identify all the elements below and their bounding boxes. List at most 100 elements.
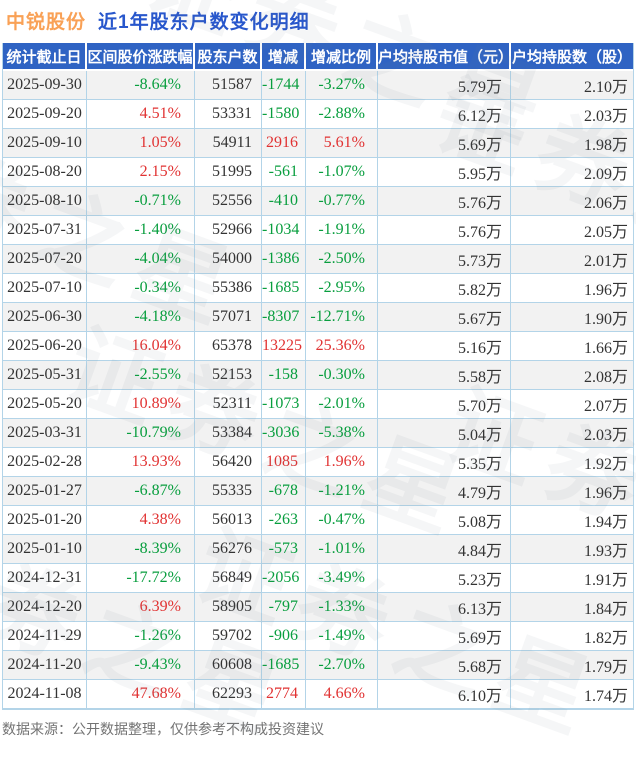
cell-avg-shares: 1.74万 [511,680,633,709]
cell-delta-pct: -2.70% [306,651,378,680]
cell-price-change: -8.64% [87,71,195,100]
cell-price-change: -17.72% [87,564,195,593]
cell-holders: 55335 [195,477,262,506]
cell-price-change: -1.26% [87,622,195,651]
cell-holders: 53331 [195,100,262,129]
table-header-row: 统计截止日 区间股价涨跌幅 股东户数 增减 增减比例 户均持股市值（元） 户均持… [3,43,633,71]
cell-holders: 54000 [195,245,262,274]
cell-holders: 56276 [195,535,262,564]
cell-price-change: 4.51% [87,100,195,129]
cell-delta-pct: -2.01% [306,390,378,419]
table-row: 2024-11-20 -9.43% 60608 -1685 -2.70% 5.6… [3,651,633,680]
cell-price-change: -0.71% [87,187,195,216]
cell-date: 2025-05-20 [3,390,87,419]
cell-date: 2025-09-30 [3,71,87,100]
column-header-price-change: 区间股价涨跌幅 [87,43,195,71]
cell-avg-shares: 1.79万 [511,651,633,680]
cell-avg-value: 5.82万 [378,274,511,303]
table-row: 2025-05-31 -2.55% 52153 -158 -0.30% 5.58… [3,361,633,390]
cell-avg-shares: 2.01万 [511,245,633,274]
cell-price-change: 47.68% [87,680,195,709]
cell-avg-shares: 1.98万 [511,129,633,158]
cell-delta: -3036 [262,419,306,448]
column-header-delta: 增减 [262,43,306,71]
cell-avg-value: 6.12万 [378,100,511,129]
cell-avg-shares: 2.03万 [511,419,633,448]
cell-avg-value: 5.67万 [378,303,511,332]
table-row: 2024-12-31 -17.72% 56849 -2056 -3.49% 5.… [3,564,633,593]
cell-date: 2025-08-10 [3,187,87,216]
cell-avg-value: 6.10万 [378,680,511,709]
cell-avg-value: 5.68万 [378,651,511,680]
shareholder-table: 统计截止日 区间股价涨跌幅 股东户数 增减 增减比例 户均持股市值（元） 户均持… [3,43,633,709]
cell-date: 2024-11-08 [3,680,87,709]
cell-price-change: -1.40% [87,216,195,245]
cell-avg-value: 5.69万 [378,129,511,158]
cell-delta: -1744 [262,71,306,100]
cell-delta-pct: -0.77% [306,187,378,216]
cell-delta: -8307 [262,303,306,332]
stock-name: 中锐股份 [6,12,87,33]
table-row: 2025-06-30 -4.18% 57071 -8307 -12.71% 5.… [3,303,633,332]
cell-price-change: 1.05% [87,129,195,158]
table-row: 2024-11-29 -1.26% 59702 -906 -1.49% 5.69… [3,622,633,651]
cell-delta-pct: 5.61% [306,129,378,158]
cell-delta: -1685 [262,274,306,303]
table-row: 2025-06-20 16.04% 65378 13225 25.36% 5.1… [3,332,633,361]
cell-holders: 52556 [195,187,262,216]
cell-holders: 56849 [195,564,262,593]
cell-holders: 56013 [195,506,262,535]
cell-price-change: -0.34% [87,274,195,303]
cell-avg-shares: 1.90万 [511,303,633,332]
cell-delta-pct: -2.88% [306,100,378,129]
cell-holders: 52966 [195,216,262,245]
cell-delta-pct: 1.96% [306,448,378,477]
table-body: 2025-09-30 -8.64% 51587 -1744 -3.27% 5.7… [3,71,633,709]
column-header-delta-pct: 增减比例 [306,43,378,71]
cell-delta: -2056 [262,564,306,593]
cell-date: 2025-07-31 [3,216,87,245]
cell-avg-value: 4.79万 [378,477,511,506]
cell-avg-shares: 2.05万 [511,216,633,245]
cell-avg-value: 5.04万 [378,419,511,448]
cell-price-change: -4.18% [87,303,195,332]
cell-avg-shares: 2.07万 [511,390,633,419]
cell-avg-shares: 1.94万 [511,506,633,535]
cell-holders: 58905 [195,593,262,622]
table-row: 2025-07-31 -1.40% 52966 -1034 -1.91% 5.7… [3,216,633,245]
cell-avg-value: 5.35万 [378,448,511,477]
cell-avg-shares: 2.10万 [511,71,633,100]
cell-date: 2025-01-27 [3,477,87,506]
cell-delta-pct: -1.33% [306,593,378,622]
cell-avg-shares: 1.82万 [511,622,633,651]
cell-date: 2025-09-10 [3,129,87,158]
table-row: 2025-08-20 2.15% 51995 -561 -1.07% 5.95万… [3,158,633,187]
table-row: 2024-11-08 47.68% 62293 2774 4.66% 6.10万… [3,680,633,709]
cell-avg-value: 5.69万 [378,622,511,651]
cell-holders: 53384 [195,419,262,448]
cell-price-change: -4.04% [87,245,195,274]
cell-delta-pct: -2.50% [306,245,378,274]
cell-avg-value: 5.08万 [378,506,511,535]
cell-avg-value: 5.76万 [378,187,511,216]
cell-delta: -1386 [262,245,306,274]
cell-delta: -410 [262,187,306,216]
cell-delta: -263 [262,506,306,535]
column-header-avg-shares: 户均持股数（股） [511,43,633,71]
cell-date: 2025-07-20 [3,245,87,274]
cell-delta-pct: -0.47% [306,506,378,535]
cell-date: 2025-02-28 [3,448,87,477]
cell-holders: 65378 [195,332,262,361]
cell-delta-pct: -12.71% [306,303,378,332]
cell-delta: 2774 [262,680,306,709]
cell-delta-pct: -3.49% [306,564,378,593]
cell-avg-value: 5.79万 [378,71,511,100]
cell-delta: -561 [262,158,306,187]
cell-avg-value: 5.23万 [378,564,511,593]
table-row: 2024-12-20 6.39% 58905 -797 -1.33% 6.13万… [3,593,633,622]
cell-avg-shares: 1.93万 [511,535,633,564]
cell-price-change: -10.79% [87,419,195,448]
cell-delta: -1580 [262,100,306,129]
cell-delta-pct: -1.01% [306,535,378,564]
cell-delta: 13225 [262,332,306,361]
